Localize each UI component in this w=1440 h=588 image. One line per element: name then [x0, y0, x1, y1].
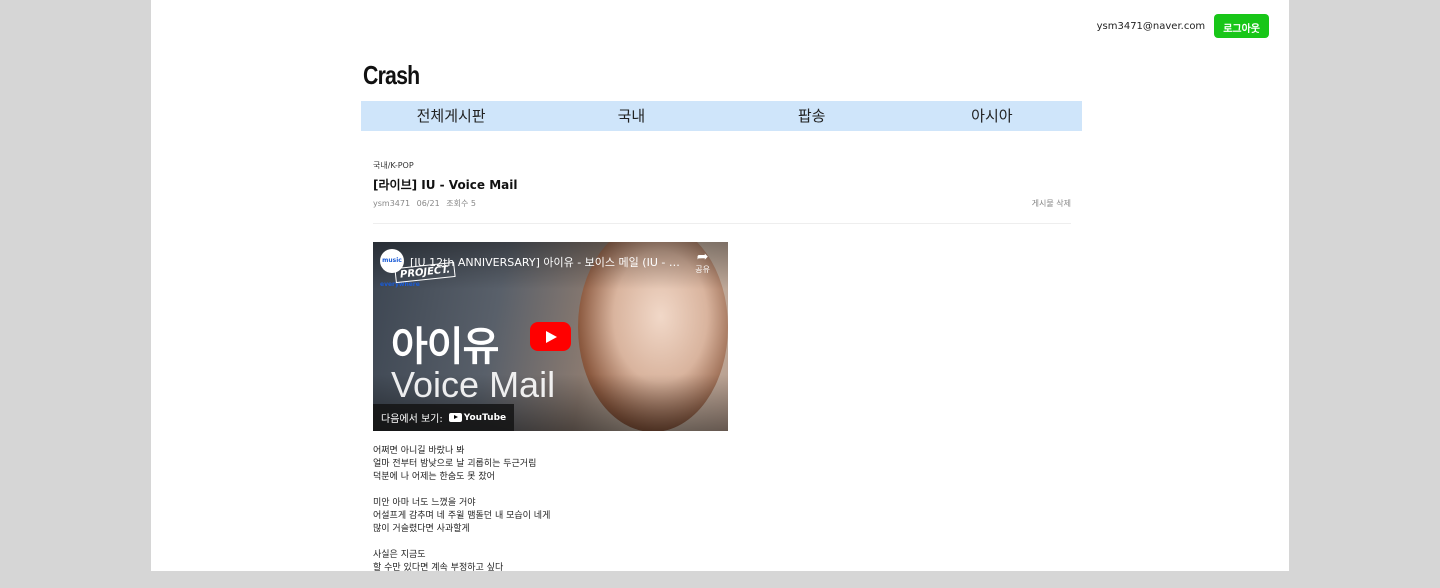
- post-title: [라이브] IU - Voice Mail: [373, 178, 518, 192]
- watch-on-youtube-button[interactable]: 다음에서 보기: YouTube: [373, 404, 515, 431]
- lyrics-line: 덕분에 나 어제는 한숨도 못 잤어: [373, 472, 495, 482]
- user-email: ysm3471@naver.com: [1096, 20, 1206, 32]
- lyrics-line: 얼마 전부터 밤낮으로 날 괴롭히는 두근거림: [373, 459, 537, 469]
- post: 국내/K-POP [라이브] IU - Voice Mail ysm3471 0…: [373, 160, 1071, 588]
- nav-item-domestic[interactable]: 국내: [541, 101, 721, 131]
- video-title[interactable]: [IU 12th ANNIVERSARY] 아이유 - 보이스 메일 (IU -…: [410, 254, 680, 270]
- share-button[interactable]: ➦ 공유: [695, 250, 710, 275]
- lyrics-line: 사실은 지금도: [373, 550, 426, 560]
- delete-post-button[interactable]: 게시물 삭제: [1032, 198, 1071, 209]
- lyrics: 어쩌면 아니길 바랐나 봐 얼마 전부터 밤낮으로 날 괴롭히는 두근거림 덕분…: [373, 445, 1071, 575]
- share-label: 공유: [695, 265, 710, 274]
- play-button[interactable]: [530, 322, 571, 351]
- lyrics-stanza: 어쩌면 아니길 바랐나 봐 얼마 전부터 밤낮으로 날 괴롭히는 두근거림 덕분…: [373, 445, 1071, 484]
- lyrics-stanza: 사실은 지금도 할 수만 있다면 계속 부정하고 싶다: [373, 549, 1071, 575]
- lyrics-line: 어쩌면 아니길 바랐나 봐: [373, 446, 465, 456]
- nav-item-pop[interactable]: 팝송: [722, 101, 902, 131]
- main-nav: 전체게시판 국내 팝송 아시아: [361, 101, 1082, 131]
- logout-button[interactable]: 로그아웃: [1214, 14, 1269, 38]
- share-icon: ➦: [696, 249, 709, 265]
- nav-item-asia[interactable]: 아시아: [902, 101, 1082, 131]
- watch-on-label: 다음에서 보기:: [381, 414, 443, 425]
- post-category: 국내/K-POP: [373, 161, 414, 170]
- page: ysm3471@naver.com 로그아웃 Crash 전체게시판 국내 팝송…: [151, 0, 1289, 573]
- lyrics-line: 많이 거슬렸다면 사과할게: [373, 524, 470, 534]
- youtube-embed[interactable]: music everywhere PROJECT. [IU 12th ANNIV…: [373, 242, 728, 431]
- top-bar: ysm3471@naver.com 로그아웃: [1097, 14, 1269, 38]
- youtube-logo: YouTube: [448, 413, 506, 423]
- youtube-icon: [448, 413, 462, 422]
- lyrics-line: 할 수만 있다면 계속 부정하고 싶다: [373, 563, 504, 573]
- lyrics-line: 어설프게 감추며 네 주윌 맴돌던 내 모습이 네게: [373, 511, 551, 521]
- nav-item-all[interactable]: 전체게시판: [361, 101, 541, 131]
- lyrics-stanza: 미안 아마 너도 느꼈을 거야 어설프게 감추며 네 주윌 맴돌던 내 모습이 …: [373, 497, 1071, 536]
- lyrics-line: 미안 아마 너도 느꼈을 거야: [373, 498, 476, 508]
- overlay-song-title: Voice Mail: [391, 364, 556, 405]
- site-logo[interactable]: Crash: [363, 60, 420, 91]
- post-author: ysm3471: [373, 199, 411, 208]
- post-views: 조회수 5: [446, 199, 476, 208]
- post-date: 06/21: [416, 199, 440, 208]
- post-meta: ysm3471 06/21 조회수 5 게시물 삭제: [373, 198, 1071, 224]
